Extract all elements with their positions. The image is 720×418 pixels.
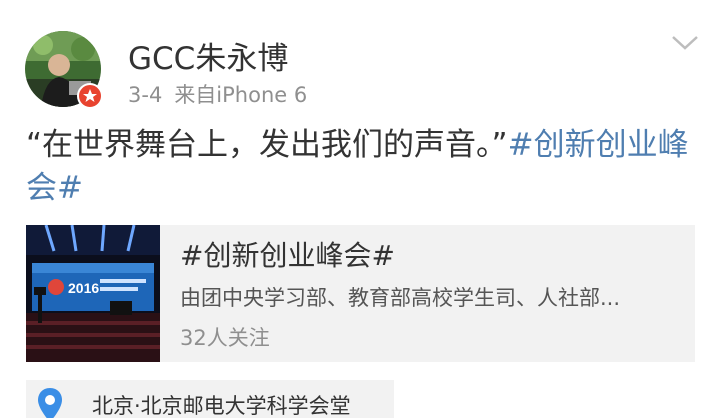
thumbnail-year: 2016: [68, 280, 99, 296]
topic-thumbnail: 2016: [26, 225, 160, 362]
location-text: 北京·北京邮电大学科学会堂: [92, 394, 351, 418]
topic-description: 由团中央学习部、教育部高校学生司、人社部...: [180, 286, 621, 310]
post-content: “在世界舞台上，发出我们的声音。”#创新创业峰会#: [26, 124, 702, 210]
post-date: 3-4: [128, 83, 163, 107]
topic-card[interactable]: 2016 #创新创业峰会# 由团中央学习部、教育部高校学生司、人社部... 32…: [26, 225, 695, 362]
topic-title: #创新创业峰会#: [180, 239, 395, 272]
location-pin-icon: [38, 388, 62, 418]
post-quote: “在世界舞台上，发出我们的声音。”: [26, 127, 508, 163]
author-name[interactable]: GCC朱永博: [128, 40, 288, 78]
topic-followers: 32人关注: [180, 326, 270, 350]
verified-badge-icon: [77, 83, 103, 109]
post-source: 来自iPhone 6: [174, 83, 308, 107]
location-tag[interactable]: 北京·北京邮电大学科学会堂: [26, 380, 394, 418]
avatar[interactable]: [25, 31, 103, 109]
post-meta: 3-4 来自iPhone 6: [128, 82, 307, 108]
chevron-down-icon[interactable]: [671, 34, 699, 52]
